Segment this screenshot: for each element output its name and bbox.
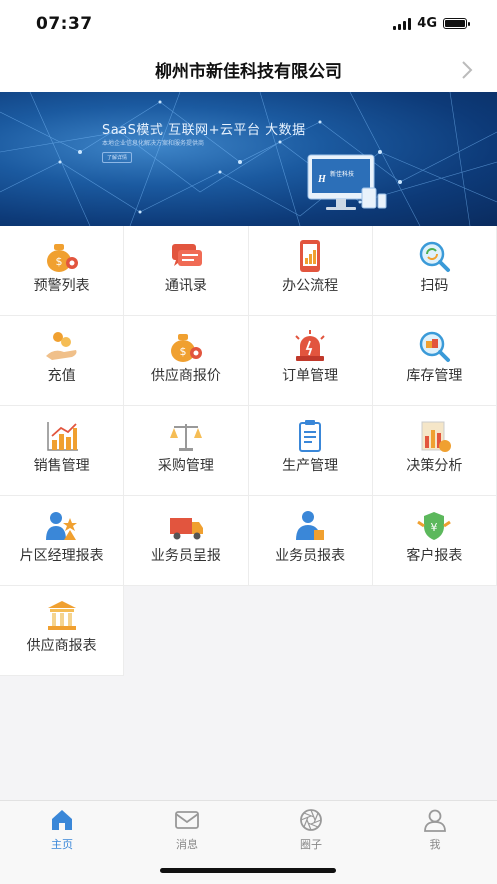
menu-label: 生产管理 <box>282 458 339 474</box>
banner-brand-label: 新佳科技 <box>330 171 355 178</box>
menu-label: 订单管理 <box>282 368 339 384</box>
tab-label: 我 <box>429 838 441 851</box>
hand-coins-icon <box>45 332 77 360</box>
menu-item-decision-analysis[interactable]: 决策分析 <box>372 406 497 496</box>
salesman-icon <box>296 511 325 540</box>
menu-item-scan[interactable]: 扫码 <box>372 226 497 316</box>
envelope-icon <box>175 811 199 829</box>
function-grid: $ 预警列表 通讯录 办公流程 扫码 充值 $ 供应商报价 订单管理 库存管理 … <box>0 226 497 676</box>
menu-item-office-flow[interactable]: 办公流程 <box>248 226 373 316</box>
menu-label: 片区经理报表 <box>19 548 104 564</box>
menu-label: 供应商报表 <box>26 638 97 654</box>
menu-label: 供应商报价 <box>150 368 221 384</box>
menu-item-salesman-report[interactable]: 业务员报表 <box>248 496 373 586</box>
menu-item-production[interactable]: 生产管理 <box>248 406 373 496</box>
money-bag-gear-icon: $ <box>46 244 78 272</box>
home-icon <box>52 810 72 830</box>
menu-label: 库存管理 <box>406 368 463 384</box>
menu-label: 销售管理 <box>33 458 90 474</box>
alarm-siren-icon <box>295 330 325 361</box>
menu-label: 办公流程 <box>282 278 339 294</box>
header: 柳州市新佳科技有限公司 <box>0 48 497 92</box>
menu-item-order-management[interactable]: 订单管理 <box>248 316 373 406</box>
menu-item-inventory[interactable]: 库存管理 <box>372 316 497 406</box>
banner-subline: 本地企业信息化解决方案和服务提供商 <box>102 140 205 147</box>
menu-label: 客户报表 <box>406 548 463 564</box>
menu-label: 决策分析 <box>406 458 463 474</box>
banner-learn-more-button[interactable]: 了解详情 <box>102 152 133 163</box>
banner-headline: SaaS模式 互联网+云平台 大数据 <box>102 123 306 138</box>
status-bar: 07:37 4G <box>0 0 497 48</box>
menu-label: 采购管理 <box>157 458 214 474</box>
menu-label: 预警列表 <box>33 278 90 294</box>
balance-scale-icon <box>169 424 202 451</box>
tab-label: 圈子 <box>300 838 322 851</box>
empty-cell <box>373 586 497 676</box>
svg-text:H: H <box>317 174 327 185</box>
menu-label: 扫码 <box>420 278 449 294</box>
svg-text:$: $ <box>55 255 62 268</box>
menu-label: 通讯录 <box>164 278 207 294</box>
status-time: 07:37 <box>36 14 93 34</box>
chevron-right-icon[interactable] <box>461 60 473 80</box>
tab-home[interactable]: 主页 <box>32 807 92 852</box>
menu-label: 业务员呈报 <box>150 548 221 564</box>
tab-label: 消息 <box>176 838 198 851</box>
scan-magnifier-icon <box>420 241 451 272</box>
tab-me[interactable]: 我 <box>405 807 465 852</box>
delivery-truck-icon <box>169 518 203 540</box>
tab-label: 主页 <box>51 838 73 851</box>
empty-cell <box>124 586 248 676</box>
svg-text:$: $ <box>179 345 186 358</box>
tab-circle[interactable]: 圈子 <box>281 807 341 852</box>
menu-item-recharge[interactable]: 充值 <box>0 316 125 406</box>
network-lines-graphic: H <box>0 92 497 226</box>
empty-cell <box>249 586 373 676</box>
tablet-chart-icon <box>300 240 321 272</box>
chat-bubbles-icon <box>171 244 202 266</box>
menu-label: 充值 <box>47 368 76 384</box>
status-indicators: 4G <box>393 16 470 31</box>
menu-item-area-manager-report[interactable]: 片区经理报表 <box>0 496 125 586</box>
tab-messages[interactable]: 消息 <box>157 807 217 852</box>
menu-item-customer-report[interactable]: ¥ 客户报表 <box>372 496 497 586</box>
menu-item-salesman-submit[interactable]: 业务员呈报 <box>124 496 249 586</box>
bank-building-icon <box>47 601 76 630</box>
page-title: 柳州市新佳科技有限公司 <box>155 62 342 82</box>
menu-item-supplier-quote[interactable]: $ 供应商报价 <box>124 316 249 406</box>
decision-chart-icon <box>421 421 452 452</box>
person-icon <box>424 809 446 832</box>
promo-banner[interactable]: H SaaS模式 互联网+云平台 大数据 本地企业信息化解决方案和服务提供商 了… <box>0 92 497 226</box>
aperture-icon <box>300 809 322 831</box>
menu-label: 业务员报表 <box>275 548 346 564</box>
manager-star-icon <box>45 512 77 540</box>
money-bag-gear-icon: $ <box>170 334 202 362</box>
monitor-illustration: H <box>307 154 387 210</box>
menu-item-warning-list[interactable]: $ 预警列表 <box>0 226 125 316</box>
bar-chart-icon <box>46 422 78 451</box>
network-type: 4G <box>417 16 437 31</box>
clipboard-icon <box>299 420 322 452</box>
home-indicator <box>160 868 336 873</box>
menu-item-purchase[interactable]: 采购管理 <box>124 406 249 496</box>
signal-icon <box>393 17 412 30</box>
inventory-magnifier-icon <box>420 331 451 362</box>
svg-text:¥: ¥ <box>431 521 438 534</box>
menu-item-sales[interactable]: 销售管理 <box>0 406 125 496</box>
menu-item-contacts[interactable]: 通讯录 <box>124 226 249 316</box>
battery-icon <box>443 18 470 29</box>
menu-item-supplier-report[interactable]: 供应商报表 <box>0 586 125 676</box>
customer-badge-icon: ¥ <box>417 512 452 540</box>
